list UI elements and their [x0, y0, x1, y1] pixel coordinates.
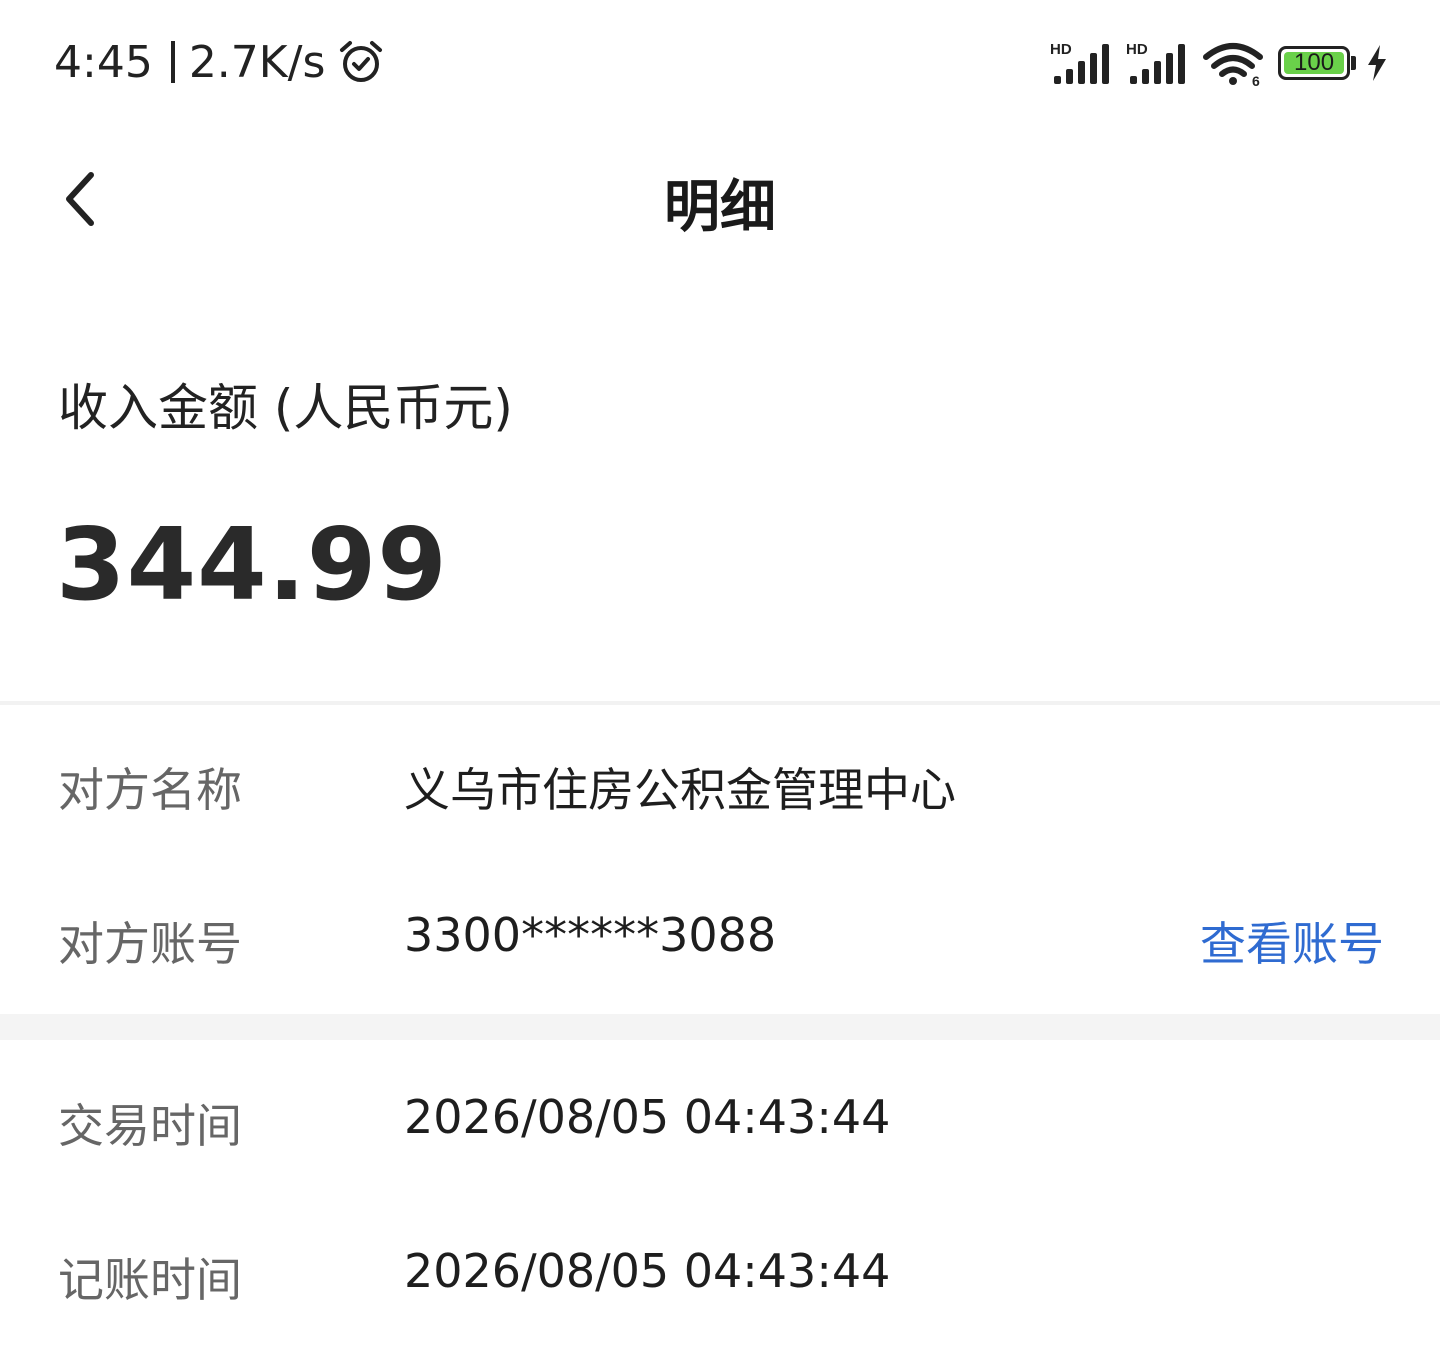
signal-hd-label: HD: [1050, 41, 1072, 58]
nav-bar: 明细: [0, 124, 1440, 274]
transaction-time-value: 2026/08/05 04:43:44: [404, 1090, 891, 1144]
amount-label: 收入金额 (人民币元): [58, 379, 513, 437]
counterparty-account-value: 3300******3088: [404, 908, 777, 962]
divider: [0, 701, 1440, 705]
charging-bolt-icon: [1368, 45, 1386, 81]
signal-icon: HD: [1050, 41, 1109, 84]
alarm-icon: [340, 41, 383, 82]
battery-body: 100: [1278, 46, 1351, 80]
counterparty-account-label: 对方账号: [58, 917, 242, 971]
status-right: HD HD 6 100: [1050, 38, 1390, 88]
transaction-time-label: 交易时间: [58, 1099, 242, 1153]
battery-level: 100: [1284, 51, 1345, 75]
counterparty-name-label: 对方名称: [58, 763, 242, 817]
posting-time-value: 2026/08/05 04:43:44: [404, 1244, 891, 1298]
wifi-6-label: 6: [1252, 73, 1260, 87]
view-account-link[interactable]: 查看账号: [1200, 908, 1384, 974]
battery-icon: 100: [1278, 45, 1356, 81]
wifi-icon: 6: [1203, 43, 1263, 87]
amount-value: 344.99: [56, 506, 448, 623]
status-bar: 4:45 2.7K/s HD HD 6 100: [0, 0, 1440, 124]
signal-icon-2: HD: [1126, 41, 1185, 84]
section-divider: [0, 1014, 1440, 1040]
status-left: 4:45 2.7K/s: [54, 34, 385, 90]
battery-cap: [1351, 56, 1356, 70]
counterparty-name-value: 义乌市住房公积金管理中心: [404, 763, 956, 817]
signal-hd-label-2: HD: [1126, 41, 1148, 58]
status-separator: [170, 41, 175, 83]
posting-time-label: 记账时间: [58, 1253, 242, 1307]
status-time: 4:45: [54, 36, 153, 88]
network-speed: 2.7K/s: [188, 36, 326, 88]
page-title: 明细: [664, 175, 776, 240]
